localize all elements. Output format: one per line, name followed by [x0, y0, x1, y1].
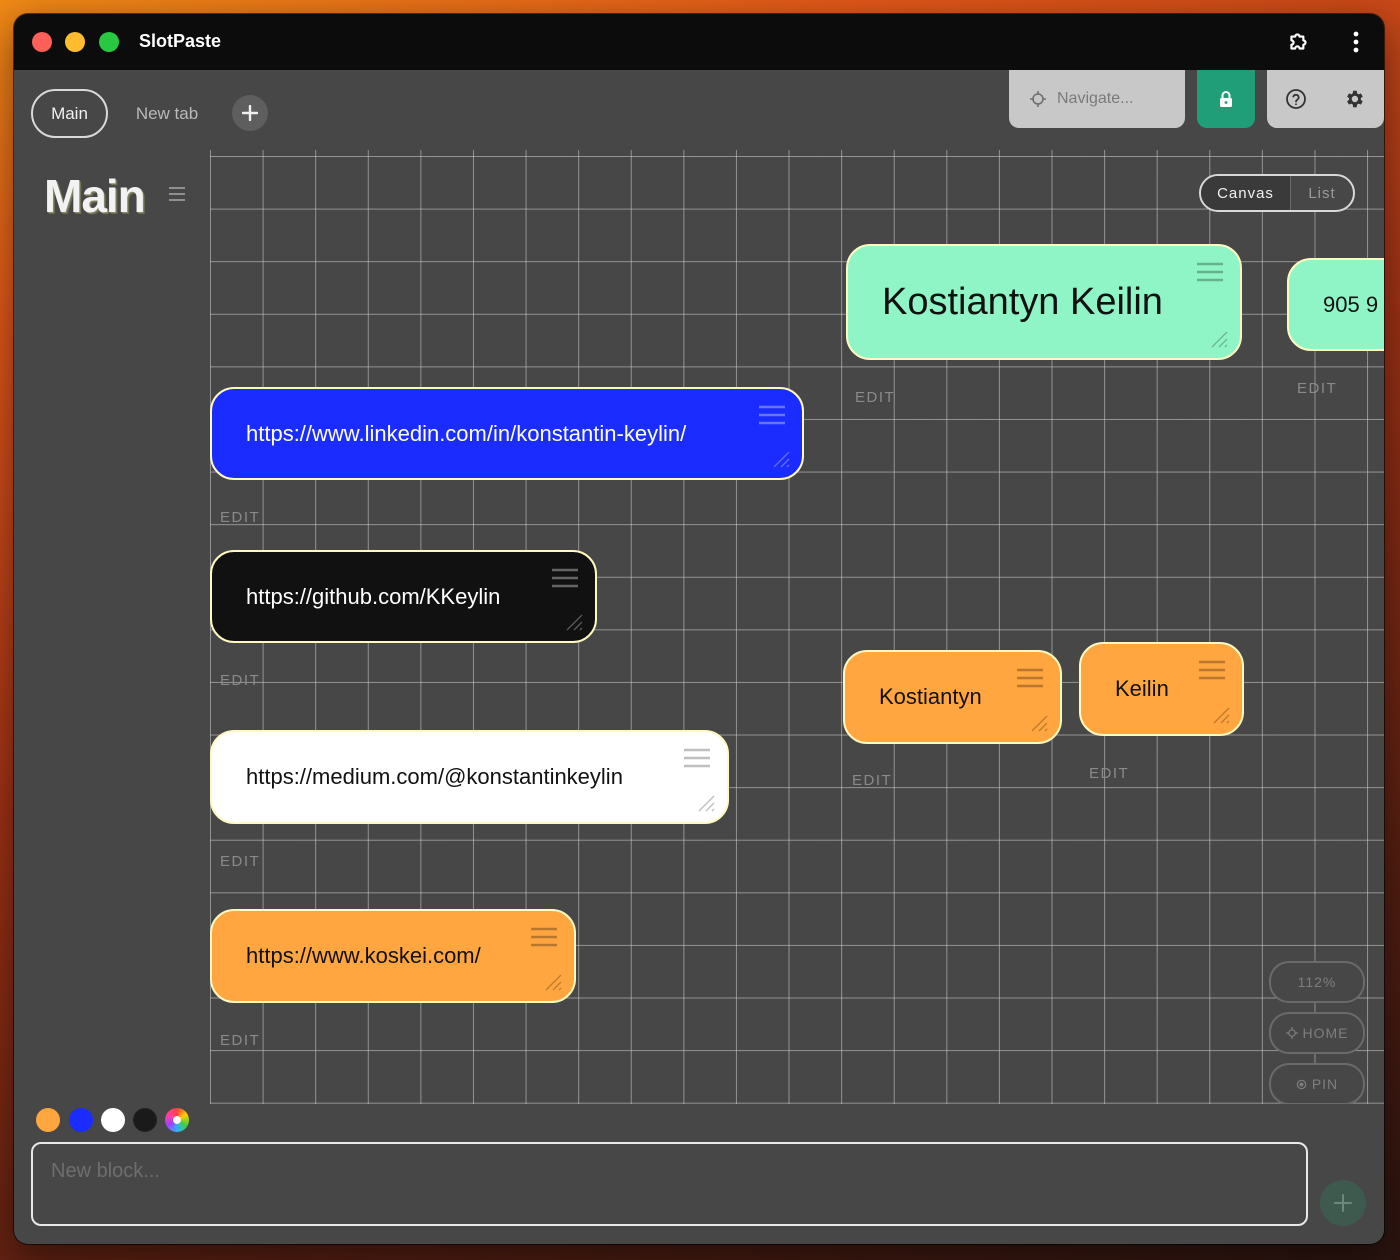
view-toggle: Canvas List — [1199, 174, 1355, 212]
edit-link[interactable]: EDIT — [220, 509, 260, 526]
drag-handle-icon[interactable] — [1016, 668, 1044, 688]
list-view-button[interactable]: List — [1291, 176, 1353, 210]
tab-new-tab[interactable]: New tab — [124, 89, 210, 138]
app-title: SlotPaste — [139, 31, 222, 51]
color-swatch-white[interactable] — [101, 1108, 125, 1132]
new-block-input[interactable] — [31, 1142, 1308, 1226]
color-swatch-black[interactable] — [133, 1108, 157, 1132]
title-bar: SlotPaste — [14, 14, 1384, 70]
hamburger-icon[interactable] — [167, 184, 187, 204]
edit-link[interactable]: EDIT — [220, 672, 260, 689]
help-circle-icon — [1286, 89, 1306, 109]
add-tab-button[interactable] — [232, 95, 268, 131]
crosshair-icon — [1285, 1027, 1298, 1039]
canvas-view-button[interactable]: Canvas — [1201, 176, 1291, 210]
block-text: Kostiantyn Keilin — [882, 280, 1163, 323]
puzzle-icon[interactable] — [1285, 28, 1313, 56]
zoom-level-button[interactable]: 112% — [1269, 961, 1365, 1003]
settings-button[interactable] — [1340, 85, 1368, 113]
block-text: https://www.linkedin.com/in/konstantin-k… — [246, 420, 687, 446]
block-text: https://www.koskei.com/ — [246, 943, 481, 968]
text-block[interactable]: https://github.com/KKeylin — [210, 550, 597, 643]
app-window: SlotPaste Main New tab Navigate... Main … — [14, 14, 1384, 1244]
help-button[interactable] — [1282, 85, 1310, 113]
color-picker-swatch[interactable] — [165, 1108, 189, 1132]
pin-button[interactable]: PIN — [1269, 1063, 1365, 1104]
resize-corner-icon[interactable] — [565, 613, 583, 631]
resize-corner-icon[interactable] — [1212, 706, 1230, 724]
resize-corner-icon[interactable] — [1210, 330, 1228, 348]
edit-link[interactable]: EDIT — [1297, 380, 1337, 397]
text-block[interactable]: 905 9 — [1287, 258, 1384, 351]
plus-icon — [242, 105, 258, 121]
tab-label: Main — [51, 103, 88, 123]
block-text: https://medium.com/@konstantinkeylin — [246, 764, 623, 789]
text-block[interactable]: Keilin — [1079, 642, 1244, 736]
resize-corner-icon[interactable] — [772, 450, 790, 468]
gear-icon — [1347, 90, 1363, 108]
crosshair-icon — [1030, 91, 1046, 107]
lock-button[interactable] — [1197, 70, 1255, 128]
resize-corner-icon[interactable] — [1030, 714, 1048, 732]
edit-link[interactable]: EDIT — [1089, 765, 1129, 782]
page-title: Main — [44, 170, 146, 222]
edit-link[interactable]: EDIT — [220, 1032, 260, 1049]
drag-handle-icon[interactable] — [758, 405, 786, 425]
text-block[interactable]: https://www.koskei.com/ — [210, 909, 576, 1003]
block-text: Keilin — [1115, 676, 1169, 701]
pin-label: PIN — [1311, 1076, 1339, 1092]
text-block[interactable]: Kostiantyn Keilin — [846, 244, 1242, 360]
lock-icon — [1220, 91, 1232, 107]
navigate-bar — [1009, 70, 1185, 128]
target-icon — [1296, 1079, 1307, 1089]
maximize-window-button[interactable] — [99, 32, 119, 52]
tools-group — [1267, 70, 1384, 128]
home-label: HOME — [1302, 1025, 1349, 1041]
text-block[interactable]: Kostiantyn — [843, 650, 1062, 744]
zoom-level: 112% — [1297, 974, 1337, 990]
home-button[interactable]: HOME — [1269, 1012, 1365, 1054]
drag-handle-icon[interactable] — [683, 748, 711, 768]
tab-main[interactable]: Main — [31, 89, 108, 138]
plus-icon — [1334, 1194, 1352, 1212]
resize-corner-icon[interactable] — [697, 794, 715, 812]
block-text: 905 9 — [1323, 291, 1379, 317]
text-block[interactable]: https://www.linkedin.com/in/konstantin-k… — [210, 387, 804, 480]
close-window-button[interactable] — [32, 32, 52, 52]
add-block-button[interactable] — [1320, 1180, 1366, 1226]
color-swatch-blue[interactable] — [69, 1108, 93, 1132]
color-swatch-orange[interactable] — [36, 1108, 60, 1132]
minimize-window-button[interactable] — [65, 32, 85, 52]
drag-handle-icon[interactable] — [551, 568, 579, 588]
edit-link[interactable]: EDIT — [855, 389, 895, 406]
more-vertical-icon[interactable] — [1342, 28, 1370, 56]
text-block[interactable]: https://medium.com/@konstantinkeylin — [210, 730, 729, 824]
block-text: https://github.com/KKeylin — [246, 583, 501, 609]
block-text: Kostiantyn — [879, 684, 982, 709]
drag-handle-icon[interactable] — [530, 927, 558, 947]
drag-handle-icon[interactable] — [1196, 262, 1224, 282]
resize-corner-icon[interactable] — [544, 973, 562, 991]
edit-link[interactable]: EDIT — [220, 853, 260, 870]
tab-label: New tab — [135, 103, 199, 123]
edit-link[interactable]: EDIT — [852, 772, 892, 789]
drag-handle-icon[interactable] — [1198, 660, 1226, 680]
navigate-input[interactable] — [1057, 90, 1167, 108]
canvas[interactable]: Canvas List Kostiantyn Keilin EDIT 905 9… — [210, 150, 1384, 1104]
